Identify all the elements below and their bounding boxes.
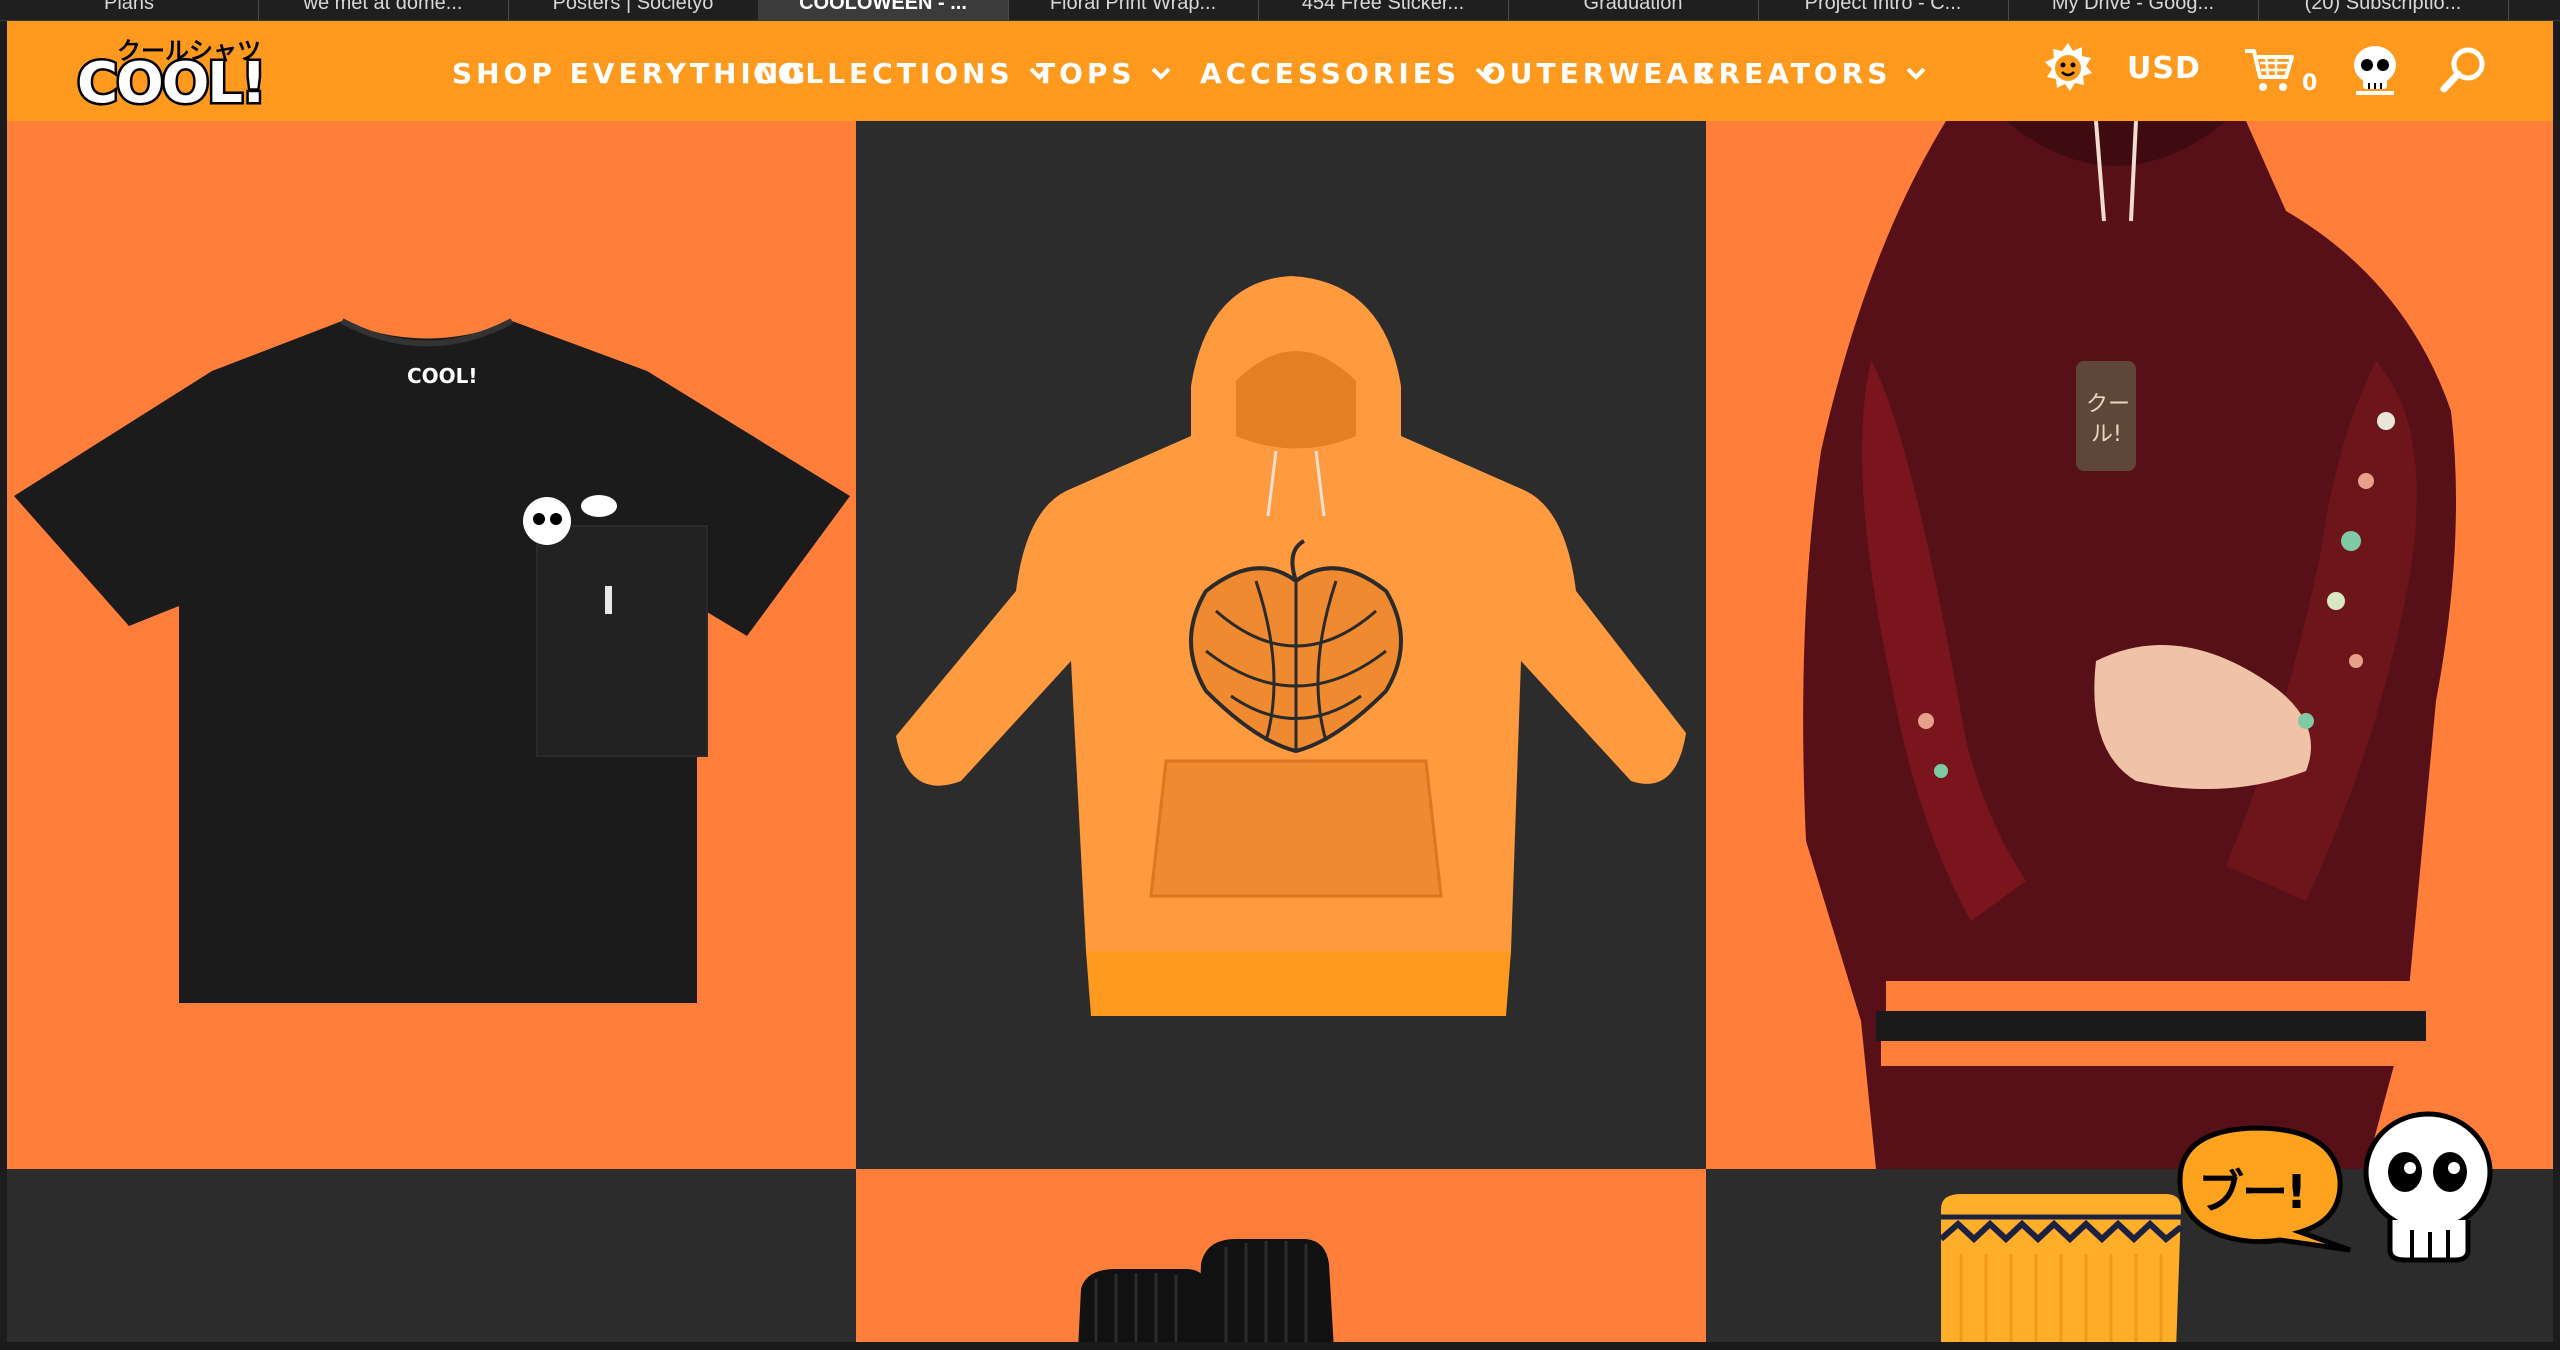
svg-text:ル!: ル!	[2091, 422, 2122, 447]
nav-accessories[interactable]: ACCESSORIES	[1200, 53, 1496, 93]
orange-hoodie-image	[896, 276, 1686, 1016]
chevron-down-icon	[1906, 67, 1926, 80]
site-header: クールシャツ COOL! SHOP EVERYTHING COLLECTIONS…	[7, 21, 2553, 121]
nav-creators[interactable]: CREATORS	[1694, 53, 1927, 93]
browser-tab[interactable]: Graduation	[1508, 0, 1759, 20]
window-edge	[0, 21, 7, 1350]
skull-account-icon[interactable]	[2350, 43, 2400, 97]
nav-label: CREATORS	[1694, 56, 1892, 90]
cart-count-badge: 0	[2302, 71, 2318, 96]
browser-tab-strip: Plans we met at dome... Posters | Societ…	[0, 0, 2560, 21]
black-tshirt-image: COOL!	[14, 318, 850, 1003]
logo-wordmark: COOL!	[75, 49, 270, 119]
search-icon[interactable]	[2439, 45, 2489, 95]
svg-text:クー: クー	[2086, 392, 2130, 417]
nav-tops[interactable]: TOPS	[1036, 53, 1172, 93]
browser-tab[interactable]: Project Intro - C...	[1758, 0, 2009, 20]
browser-tab[interactable]: My Drive - Goog...	[2008, 0, 2259, 20]
product-tile-black-socks[interactable]	[856, 1169, 1706, 1350]
product-tile-partial[interactable]	[7, 1169, 856, 1350]
browser-tab[interactable]: Floral Print Wrap...	[1008, 0, 1259, 20]
browser-tab[interactable]: we met at dome...	[258, 0, 509, 20]
nav-label: OUTERWEAR	[1482, 56, 1718, 90]
browser-tab[interactable]: Posters | Societyo	[508, 0, 759, 20]
sun-face-icon[interactable]	[2042, 41, 2094, 93]
nav-label: TOPS	[1036, 56, 1136, 90]
nav-label: ACCESSORIES	[1200, 56, 1461, 90]
browser-tab[interactable]: (20) Subscriptio...	[2258, 0, 2509, 20]
browser-tab[interactable]: 454 Free Sticker...	[1258, 0, 1509, 20]
nav-outerwear[interactable]: OUTERWEAR	[1482, 53, 1718, 93]
product-tile-maroon-hoodie[interactable]: クー ル!	[1706, 121, 2553, 1169]
nav-label: COLLECTIONS	[753, 56, 1014, 90]
svg-text:COOL!: COOL!	[407, 364, 478, 388]
nav-collections[interactable]: COLLECTIONS	[753, 53, 1050, 93]
currency-selector[interactable]: USD	[2127, 51, 2201, 86]
black-socks-image	[1078, 1239, 1334, 1350]
bottom-status-strip	[0, 1342, 2560, 1350]
maroon-hoodie-model-image: クー ル!	[1803, 121, 2456, 1169]
chevron-down-icon	[1151, 67, 1171, 80]
site-logo[interactable]: クールシャツ COOL!	[75, 31, 270, 119]
window-edge	[2553, 21, 2560, 1350]
browser-tab-active[interactable]: COOLOWEEN - ...	[758, 0, 1009, 20]
boo-speech-text: ブー!	[2198, 1165, 2307, 1219]
product-tile-black-pocket-tee[interactable]: COOL!	[7, 121, 856, 1169]
cart-icon[interactable]	[2242, 45, 2296, 95]
skull-mascot-icon	[2363, 1111, 2493, 1263]
product-tile-orange-pumpkin-hoodie[interactable]	[856, 121, 1706, 1169]
browser-tab[interactable]: Plans	[0, 0, 259, 20]
floating-mascot-button[interactable]: ブー!	[2160, 1110, 2510, 1270]
